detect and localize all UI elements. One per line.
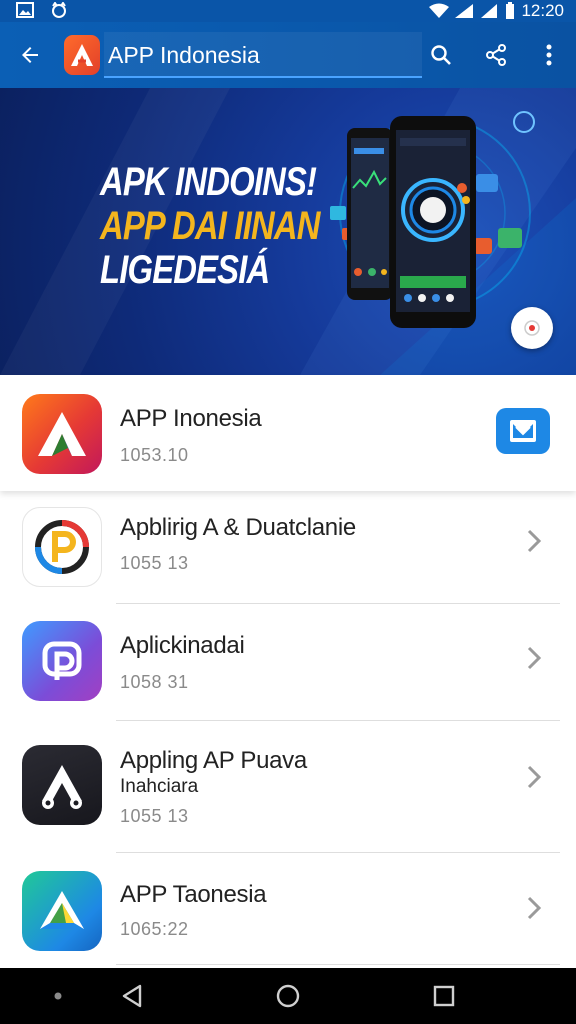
app-icon — [22, 621, 102, 701]
app-icon — [22, 394, 102, 474]
app-icon — [22, 745, 102, 825]
divider — [116, 964, 560, 965]
banner-headline-2: APP DAI IINAN — [100, 204, 320, 248]
list-item-meta: 1055 13 — [120, 553, 189, 573]
mail-icon — [510, 420, 536, 442]
featured-app-row[interactable]: APP Inonesia 1053.10 — [0, 375, 576, 491]
chevron-right-icon — [527, 765, 542, 789]
list-item[interactable]: Aplickinadai 1058 31 — [0, 604, 576, 720]
nav-home-button[interactable] — [268, 980, 308, 1012]
chevron-right-icon — [527, 529, 542, 553]
list-item-title: Appling AP Puava — [120, 747, 307, 774]
banner-action-button[interactable] — [511, 307, 553, 349]
share-button[interactable] — [479, 38, 513, 72]
back-button[interactable] — [12, 39, 48, 71]
list-item-meta: 1065:22 — [120, 919, 189, 939]
image-icon — [16, 2, 34, 18]
search-button[interactable] — [424, 38, 458, 72]
cat-icon — [52, 2, 66, 18]
list-item-title: Aplickinadai — [120, 632, 245, 659]
back-triangle-icon — [122, 984, 142, 1008]
list-item-meta: 1058 31 — [120, 672, 189, 692]
app-logo-icon — [64, 35, 100, 75]
recents-square-icon — [433, 985, 455, 1007]
status-bar: 12:20 — [0, 0, 576, 22]
target-icon — [524, 320, 540, 336]
app-bar: APP Indonesia — [0, 22, 576, 88]
dot-icon — [54, 992, 62, 1000]
app-title: APP Inonesia — [120, 405, 262, 432]
nav-dot-button[interactable] — [38, 980, 78, 1012]
system-nav-bar — [0, 968, 576, 1024]
app-icon — [22, 507, 102, 587]
signal-icon — [481, 4, 498, 18]
list-item[interactable]: Appling AP Puava Inahciara 1055 13 — [0, 721, 576, 852]
share-icon — [486, 44, 506, 66]
app-title[interactable]: APP Indonesia — [104, 32, 422, 78]
signal-icon — [455, 4, 474, 18]
chevron-right-icon — [527, 646, 542, 670]
list-item-meta: 1055 13 — [120, 806, 189, 826]
more-button[interactable] — [532, 38, 566, 72]
battery-icon — [506, 2, 515, 19]
list-item-title: Apblirig A & Duatclanie — [120, 514, 356, 541]
arrow-back-icon — [22, 47, 38, 63]
mail-button[interactable] — [496, 408, 550, 454]
app-icon — [22, 871, 102, 951]
app-meta: 1053.10 — [120, 445, 189, 465]
search-icon — [431, 45, 451, 65]
list-item[interactable]: APP Taonesia 1065:22 — [0, 853, 576, 967]
banner-headline-3: LIGEDESIÁ — [100, 248, 270, 292]
chevron-right-icon — [527, 896, 542, 920]
wifi-icon — [429, 3, 450, 18]
list-item[interactable]: Apblirig A & Duatclanie 1055 13 — [0, 491, 576, 603]
list-item-title: APP Taonesia — [120, 881, 267, 908]
nav-recents-button[interactable] — [424, 980, 464, 1012]
list-item-subtitle: Inahciara — [120, 776, 199, 797]
promo-banner[interactable]: APK INDOINS! APP DAI IINAN LIGEDESIÁ — [0, 88, 576, 375]
more-vert-icon — [546, 44, 552, 66]
banner-headline-1: APK INDOINS! — [100, 160, 317, 204]
nav-back-button[interactable] — [112, 980, 152, 1012]
home-circle-icon — [276, 984, 300, 1008]
status-time: 12:20 — [521, 1, 564, 20]
